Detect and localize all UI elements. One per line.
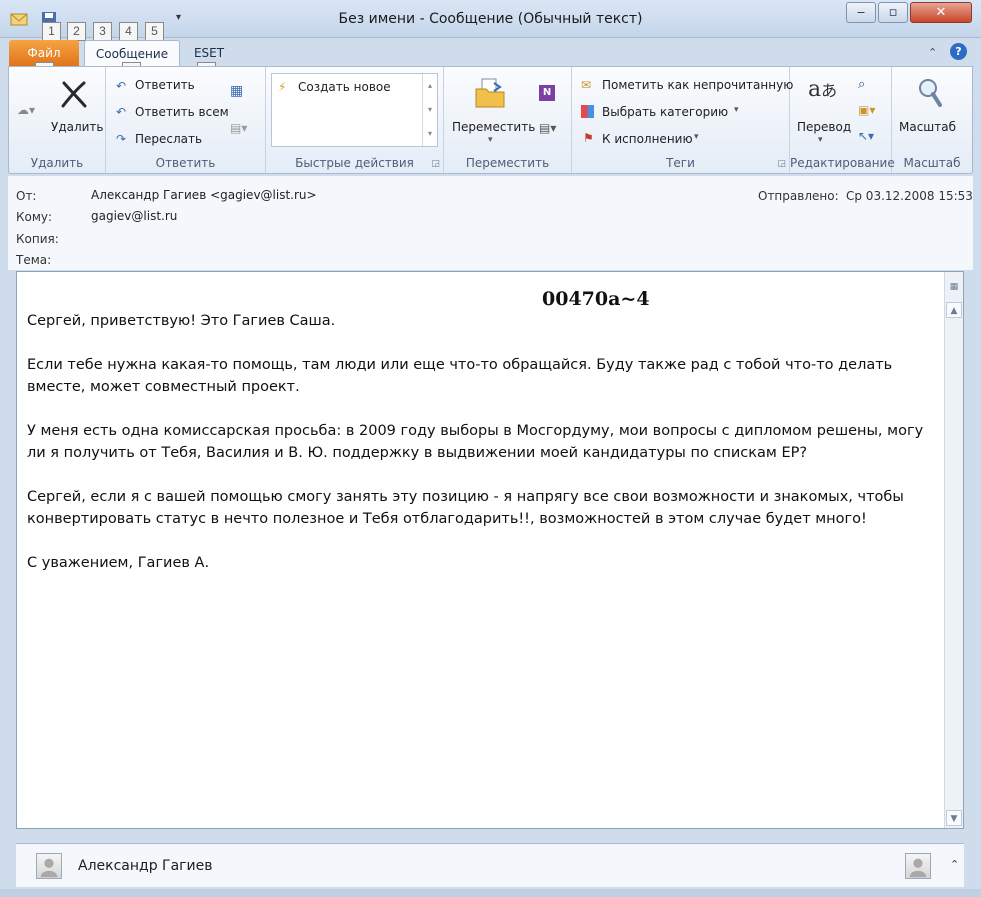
delete-x-icon [61,81,87,108]
ribbon-tabs: Файл Сообщение ESET Ф Е Э ⌃ ? [0,38,981,81]
create-new-quick-step[interactable]: Создать новое [298,80,391,94]
status-bar [0,889,981,897]
people-pane: Александр Гагиев ⌃ [16,843,964,887]
group-zoom: Масштаб Масштаб [892,67,972,173]
delete-button[interactable]: Удалить [51,120,104,134]
minimize-button[interactable]: ‒ [846,2,876,23]
title-bar: 1 2 3 4 5 ▾ Без имени - Сообщение (Обычн… [0,0,981,41]
subject-label: Тема: [16,253,52,267]
group-editing: aあ Перевод ▾ ⌕ ▣▾ ↖▾ Редактирование [790,67,895,173]
from-label: От: [16,189,37,203]
avatar-icon [36,853,62,879]
flag-icon: ⚑ [583,131,594,145]
meeting-icon[interactable]: ▦ [230,83,243,99]
cc-label: Копия: [16,232,59,246]
quick-steps-gallery[interactable]: ⚡ Создать новое ▴ ▾ ▾ [271,73,438,147]
onenote-icon[interactable]: N [539,85,555,101]
sent-value: Ср 03.12.2008 15:53 [846,189,973,203]
group-zoom-label: Масштаб [903,156,961,170]
ribbon-collapse-icon[interactable]: ⌃ [928,46,937,59]
group-tags-label: Теги [666,156,695,170]
paragraph: Сергей, приветствую! Это Гагиев Саша. [27,313,336,329]
scroll-down-icon[interactable]: ▼ [946,810,962,826]
scroll-up-icon[interactable]: ▲ [946,302,962,318]
follow-up-dropdown-icon[interactable]: ▾ [694,132,699,142]
help-icon[interactable]: ? [950,43,967,60]
reply-button[interactable]: Ответить [135,78,195,92]
move-folder-icon [475,78,505,108]
watermark-text: 00470a~4 [542,288,650,310]
gallery-scroll[interactable]: ▴ ▾ ▾ [422,74,437,146]
group-quick-steps: ⚡ Создать новое ▴ ▾ ▾ Быстрые действия ◲ [266,67,444,173]
sender-name[interactable]: Александр Гагиев [78,858,212,874]
reply-all-icon: ↶ [116,105,127,119]
vertical-scrollbar[interactable]: ▦ ▲ ▼ [944,272,963,828]
mark-unread-icon: ✉ [581,78,592,92]
group-delete: ☁▾ Удалить Удалить [9,67,106,173]
message-text: Сергей, приветствую! Это Гагиев Саша. Ес… [27,310,927,596]
paragraph: С уважением, Гагиев А. [27,555,210,571]
sent-label: Отправлено: [758,189,839,203]
group-tags: ✉ Пометить как непрочитанную Выбрать кат… [572,67,793,173]
group-quick-steps-label: Быстрые действия [295,156,414,170]
select-icon[interactable]: ↖▾ [858,129,874,143]
categorize-icon [581,105,594,118]
group-reply: ↶ Ответить ↶ Ответить всем ↷ Переслать ▦… [106,67,266,173]
lightning-icon: ⚡ [278,80,287,94]
forward-button[interactable]: Переслать [135,132,202,146]
magnifier-icon [919,79,942,107]
window-title: Без имени - Сообщение (Обычный текст) [338,11,643,27]
find-icon[interactable]: ⌕ [858,77,865,92]
from-value[interactable]: Александр Гагиев <gagiev@list.ru> [91,188,317,202]
ruler-toggle-icon[interactable]: ▦ [946,279,962,295]
expand-people-pane-icon[interactable]: ⌃ [950,858,959,871]
mark-unread-button[interactable]: Пометить как непрочитанную [602,78,793,92]
contact-photo-icon [905,853,931,879]
rules-icon[interactable]: ▤▾ [539,121,556,135]
translate-button[interactable]: Перевод [797,120,851,134]
translate-icon: aあ [808,77,838,102]
move-button[interactable]: Переместить [452,120,535,134]
forward-icon: ↷ [116,132,127,146]
categorize-button[interactable]: Выбрать категорию [602,105,728,119]
move-dropdown-icon[interactable]: ▾ [488,135,493,145]
quick-steps-launcher-icon[interactable]: ◲ [431,159,440,169]
reply-icon: ↶ [116,79,127,93]
to-label: Кому: [16,210,53,224]
maximize-button[interactable]: ▫ [878,2,908,23]
group-reply-label: Ответить [155,156,216,170]
translate-dropdown-icon[interactable]: ▾ [818,135,823,145]
reply-all-button[interactable]: Ответить всем [135,105,229,119]
follow-up-button[interactable]: К исполнению [602,132,693,146]
group-move-label: Переместить [465,156,550,170]
related-icon[interactable]: ▣▾ [858,103,875,117]
ignore-icon[interactable]: ☁▾ [17,103,35,117]
tags-launcher-icon[interactable]: ◲ [777,159,786,169]
paragraph: Сергей, если я с вашей помощью смогу зан… [27,489,904,527]
message-body[interactable]: 00470a~4 Сергей, приветствую! Это Гагиев… [16,271,964,829]
to-value[interactable]: gagiev@list.ru [91,209,177,223]
group-move: Переместить ▾ N ▤▾ Переместить [444,67,572,173]
group-editing-label: Редактирование [790,156,895,170]
categorize-dropdown-icon[interactable]: ▾ [734,105,739,115]
ribbon: ☁▾ Удалить Удалить ↶ Ответить ↶ Ответить… [8,66,973,174]
more-respond-icon[interactable]: ▤▾ [230,121,247,135]
zoom-button[interactable]: Масштаб [899,120,956,134]
group-delete-label: Удалить [30,156,84,170]
message-header: От: Александр Гагиев <gagiev@list.ru> От… [8,176,973,270]
paragraph: У меня есть одна комиссарская просьба: в… [27,423,924,461]
paragraph: Если тебе нужна какая-то помощь, там люд… [27,357,893,395]
close-button[interactable]: ✕ [910,2,972,23]
